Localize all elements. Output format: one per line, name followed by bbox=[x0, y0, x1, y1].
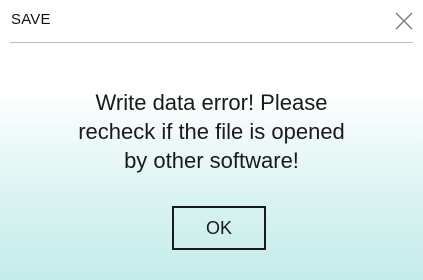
error-message-line-1: Write data error! Please bbox=[95, 90, 328, 115]
dialog-title: SAVE bbox=[11, 11, 51, 28]
close-icon bbox=[395, 12, 413, 30]
close-button[interactable] bbox=[391, 8, 417, 34]
error-dialog: SAVE Write data error! Please recheck if… bbox=[0, 0, 423, 280]
error-message-line-2: recheck if the file is opened bbox=[78, 119, 345, 144]
error-message-line-3: by other software! bbox=[124, 148, 299, 173]
ok-button[interactable]: OK bbox=[172, 206, 266, 250]
error-message: Write data error! Please recheck if the … bbox=[0, 88, 423, 175]
titlebar-divider bbox=[10, 42, 413, 43]
dialog-titlebar: SAVE bbox=[0, 0, 423, 42]
